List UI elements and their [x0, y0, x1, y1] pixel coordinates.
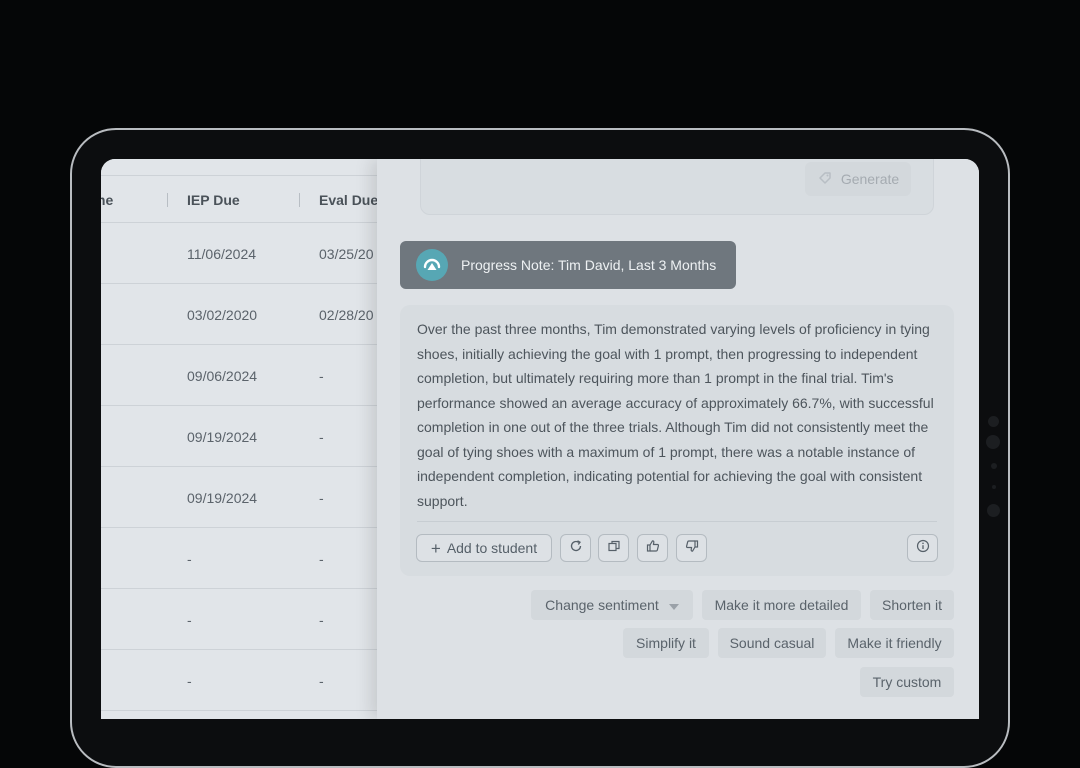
screen: me IEP Due Eval Due 11/06/2024 03/25/20 …	[101, 159, 979, 719]
table-row[interactable]: - -	[101, 528, 377, 589]
thumbs-up-button[interactable]	[637, 534, 668, 562]
regenerate-button[interactable]	[560, 534, 591, 562]
iep-due-cell: 09/19/2024	[187, 490, 258, 506]
eval-due-cell: 02/28/20	[319, 307, 374, 323]
column-separator	[167, 193, 168, 207]
prompt-box: Generate	[420, 159, 934, 215]
thumbs-up-icon	[646, 539, 660, 558]
eval-due-cell: -	[319, 612, 324, 628]
add-to-student-button[interactable]: + Add to student	[416, 534, 552, 562]
info-button[interactable]	[907, 534, 938, 562]
iep-due-cell: -	[187, 612, 192, 628]
progress-note-header: Progress Note: Tim David, Last 3 Months	[400, 241, 736, 289]
simplify-chip[interactable]: Simplify it	[623, 628, 709, 658]
iep-due-cell: 09/19/2024	[187, 429, 258, 445]
progress-note-title: Progress Note: Tim David, Last 3 Months	[461, 257, 717, 273]
copy-icon	[607, 539, 621, 558]
progress-note-card: Over the past three months, Tim demonstr…	[400, 305, 954, 576]
make-friendly-chip[interactable]: Make it friendly	[835, 628, 954, 658]
make-more-detailed-label: Make it more detailed	[714, 597, 849, 613]
device-lens	[987, 504, 1000, 517]
device-sensor-small	[991, 463, 997, 469]
refresh-icon	[569, 539, 583, 558]
table-row[interactable]: 09/19/2024 -	[101, 406, 377, 467]
device-dot	[992, 485, 996, 489]
iep-due-cell: 03/02/2020	[187, 307, 258, 323]
eval-due-cell: -	[319, 490, 324, 506]
chevron-down-icon	[668, 597, 679, 613]
try-custom-label: Try custom	[872, 674, 942, 690]
iep-due-cell: -	[187, 673, 192, 689]
make-more-detailed-chip[interactable]: Make it more detailed	[702, 590, 861, 620]
eval-due-cell: -	[319, 551, 324, 567]
try-custom-chip[interactable]: Try custom	[860, 667, 954, 697]
column-header-iep-due[interactable]: IEP Due	[187, 192, 240, 208]
generate-button[interactable]: Generate	[805, 162, 911, 196]
shorten-label: Shorten it	[882, 597, 942, 613]
table-header: me IEP Due Eval Due	[101, 175, 378, 223]
assistant-logo-icon	[416, 249, 448, 281]
add-to-student-label: Add to student	[446, 540, 538, 556]
eval-due-cell: -	[319, 368, 324, 384]
device-camera	[986, 435, 1000, 449]
table-row[interactable]: 09/06/2024 -	[101, 345, 377, 406]
column-separator	[299, 193, 300, 207]
iep-due-cell: -	[187, 551, 192, 567]
eval-due-cell: 03/25/20	[319, 246, 374, 262]
plus-icon: +	[430, 538, 441, 558]
table-row[interactable]: 09/19/2024 -	[101, 467, 377, 528]
shorten-chip[interactable]: Shorten it	[870, 590, 954, 620]
column-header-name[interactable]: me	[101, 192, 113, 208]
copy-button[interactable]	[598, 534, 629, 562]
eval-due-cell: -	[319, 429, 324, 445]
change-sentiment-label: Change sentiment	[545, 597, 659, 613]
iep-due-cell: 09/06/2024	[187, 368, 258, 384]
thumbs-down-button[interactable]	[676, 534, 707, 562]
sound-casual-chip[interactable]: Sound casual	[718, 628, 826, 658]
eval-due-cell: -	[319, 673, 324, 689]
change-sentiment-dropdown[interactable]: Change sentiment	[531, 590, 693, 620]
table-row[interactable]: - -	[101, 650, 377, 711]
table-row[interactable]: - -	[101, 589, 377, 650]
make-friendly-label: Make it friendly	[847, 635, 942, 651]
sound-casual-label: Sound casual	[729, 635, 815, 651]
thumbs-down-icon	[685, 539, 699, 558]
simplify-label: Simplify it	[636, 635, 696, 651]
students-table: me IEP Due Eval Due 11/06/2024 03/25/20 …	[101, 159, 378, 719]
ai-assistant-panel: Generate Progress Note: Tim David, Last …	[377, 159, 979, 719]
column-header-eval-due[interactable]: Eval Due	[319, 192, 378, 208]
table-row[interactable]: 03/02/2020 02/28/20	[101, 284, 377, 345]
progress-note-text: Over the past three months, Tim demonstr…	[417, 321, 934, 509]
generate-label: Generate	[840, 171, 900, 187]
iep-due-cell: 11/06/2024	[187, 246, 257, 262]
card-divider	[417, 521, 937, 522]
device-sensor	[988, 416, 999, 427]
table-row[interactable]: 11/06/2024 03/25/20	[101, 223, 377, 284]
info-icon	[916, 539, 930, 558]
sparkle-tag-icon	[817, 170, 833, 189]
